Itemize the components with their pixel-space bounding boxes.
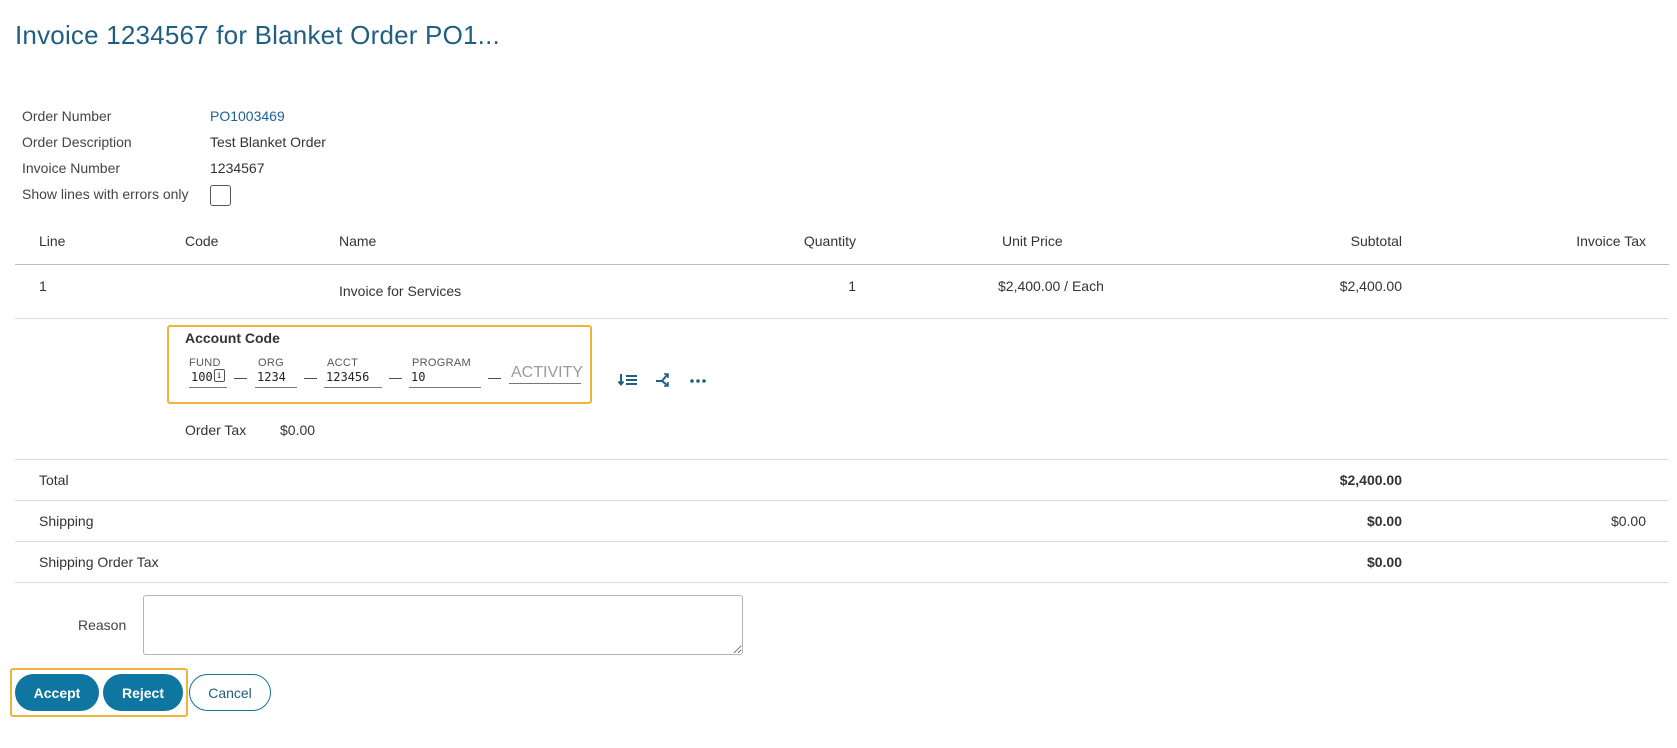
cancel-button[interactable]: Cancel	[189, 674, 271, 711]
shipping-label: Shipping	[39, 513, 94, 529]
invoice-number-label: Invoice Number	[22, 160, 121, 176]
row-subtotal: $2,400.00	[1339, 278, 1402, 294]
total-label: Total	[39, 472, 69, 488]
errors-only-label: Show lines with errors only	[22, 186, 189, 202]
program-label: PROGRAM	[412, 357, 471, 369]
shipping-divider	[15, 541, 1669, 542]
header-code: Code	[185, 233, 219, 249]
order-description-row: Order Description Test Blanket Order	[22, 129, 326, 155]
header-line: Line	[39, 233, 66, 249]
segment-separator: —	[389, 370, 402, 385]
org-segment[interactable]: ORG 1234	[255, 357, 297, 388]
order-meta: Order Number PO1003469 Order Description…	[22, 103, 326, 207]
total-divider	[15, 500, 1669, 501]
header-invoice-tax: Invoice Tax	[1576, 233, 1646, 249]
page-title: Invoice 1234567 for Blanket Order PO1...	[15, 20, 500, 50]
info-icon[interactable]: i	[213, 369, 225, 382]
invoice-number-value: 1234567	[210, 160, 265, 176]
more-icon[interactable]	[689, 372, 707, 393]
program-segment[interactable]: PROGRAM 10	[409, 357, 481, 388]
org-label: ORG	[258, 357, 284, 369]
activity-input[interactable]: ACTIVITY	[509, 363, 583, 384]
order-description-value: Test Blanket Order	[210, 134, 326, 150]
shipping-order-tax-divider	[15, 582, 1669, 583]
split-icon[interactable]	[655, 372, 671, 393]
reason-input[interactable]	[143, 595, 743, 655]
org-input[interactable]: 1234	[255, 369, 297, 388]
order-number-link[interactable]: PO1003469	[210, 108, 285, 124]
header-subtotal: Subtotal	[1350, 233, 1402, 249]
segment-separator: —	[234, 370, 247, 385]
header-divider	[15, 264, 1669, 265]
shipping-invoice-tax: $0.00	[1610, 513, 1646, 529]
program-input[interactable]: 10	[409, 369, 481, 388]
acct-segment[interactable]: ACCT 123456	[324, 357, 382, 388]
shipping-order-tax-value: $0.00	[1366, 554, 1402, 570]
row-line: 1	[39, 278, 47, 294]
shipping-order-tax-label: Shipping Order Tax	[39, 554, 159, 570]
header-name: Name	[339, 233, 377, 249]
order-number-label: Order Number	[22, 108, 112, 124]
fund-input[interactable]: 100 i	[189, 369, 227, 388]
order-description-label: Order Description	[22, 134, 132, 150]
accept-button[interactable]: Accept	[15, 674, 99, 711]
reject-button[interactable]: Reject	[103, 674, 183, 711]
acct-input[interactable]: 123456	[324, 369, 382, 388]
segment-separator: —	[304, 370, 317, 385]
account-code-title: Account Code	[185, 330, 280, 346]
row-name: Invoice for Services	[339, 283, 462, 299]
header-unit-price: Unit Price	[1002, 233, 1063, 249]
row-quantity: 1	[848, 278, 856, 294]
segment-separator: —	[488, 370, 501, 385]
shipping-subtotal: $0.00	[1366, 513, 1402, 529]
header-quantity: Quantity	[803, 233, 856, 249]
acct-label: ACCT	[327, 357, 359, 369]
reason-label: Reason	[78, 617, 127, 633]
order-tax-value: $0.00	[280, 422, 316, 438]
invoice-number-row: Invoice Number 1234567	[22, 155, 326, 181]
activity-segment[interactable]: ACTIVITY	[509, 363, 583, 384]
fund-label: FUND	[189, 357, 221, 369]
order-tax-label: Order Tax	[185, 422, 247, 438]
account-divider	[15, 459, 1669, 460]
errors-only-row: Show lines with errors only	[22, 181, 326, 207]
total-value: $2,400.00	[1339, 472, 1402, 488]
errors-only-checkbox[interactable]	[210, 184, 231, 206]
fund-value: 100	[191, 370, 213, 384]
list-order-icon[interactable]	[617, 372, 638, 393]
row-unit-price: $2,400.00 / Each	[998, 278, 1104, 294]
fund-segment[interactable]: FUND 100 i	[189, 357, 227, 388]
order-number-row: Order Number PO1003469	[22, 103, 326, 129]
row-divider	[15, 318, 1669, 319]
